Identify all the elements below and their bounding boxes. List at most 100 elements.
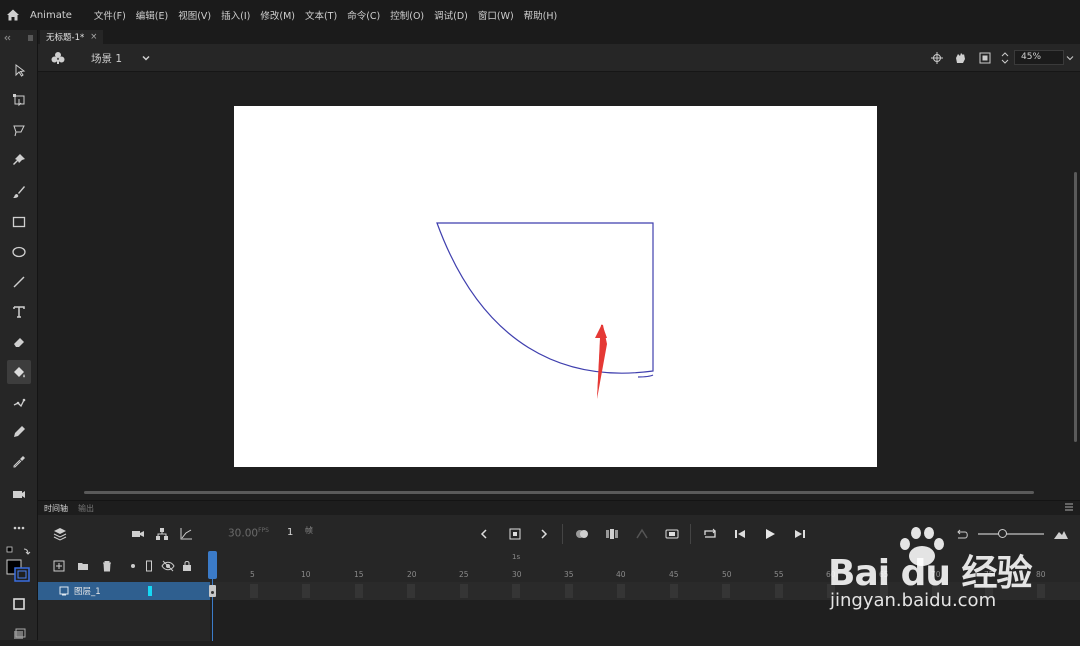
menu-edit[interactable]: 编辑(E): [136, 8, 168, 22]
document-tab-title: 无标题-1*: [46, 33, 85, 43]
zoom-dropdown-icon[interactable]: [1064, 51, 1076, 65]
vertical-scroll-thumb[interactable]: [1074, 172, 1077, 442]
prev-keyframe-icon[interactable]: [478, 527, 490, 541]
pen-icon[interactable]: [7, 420, 31, 444]
line-icon[interactable]: [7, 270, 31, 294]
bone-icon[interactable]: [7, 390, 31, 414]
menu-text[interactable]: 文本(T): [305, 8, 337, 22]
scene-name[interactable]: 场景 1: [91, 51, 122, 66]
create-tween-icon: [634, 526, 650, 542]
document-tab[interactable]: 无标题-1* ×: [40, 30, 104, 44]
rectangle-icon[interactable]: [7, 210, 31, 234]
current-frame[interactable]: 1: [287, 527, 293, 538]
text-icon[interactable]: [7, 300, 31, 324]
highlight-dot-icon[interactable]: [126, 559, 140, 573]
layer-color-swatch[interactable]: [148, 586, 152, 596]
frame-cell[interactable]: [512, 584, 520, 598]
vertical-scrollbar[interactable]: [1071, 72, 1080, 500]
stack-icon[interactable]: [7, 622, 31, 646]
stage-drawing: [436, 222, 654, 399]
stage[interactable]: [234, 106, 877, 467]
close-icon[interactable]: ×: [90, 32, 97, 42]
ruler-tick: 35: [564, 570, 574, 579]
frame-cell[interactable]: [722, 584, 730, 598]
insert-blank-frame-icon[interactable]: [664, 526, 680, 542]
onion-skin-icon[interactable]: [574, 526, 590, 542]
menu-commands[interactable]: 命令(C): [347, 8, 380, 22]
keyframe[interactable]: [209, 585, 216, 597]
ruler-tick: 5: [250, 570, 255, 579]
step-forward-icon[interactable]: [792, 526, 808, 542]
pasteboard[interactable]: [38, 72, 1070, 500]
center-stage-icon[interactable]: [930, 51, 944, 65]
home-icon[interactable]: [0, 0, 26, 30]
menu-window[interactable]: 窗口(W): [478, 8, 514, 22]
oval-icon[interactable]: [7, 240, 31, 264]
graph-icon[interactable]: [178, 526, 194, 542]
menu-help[interactable]: 帮助(H): [524, 8, 558, 22]
menu-debug[interactable]: 调试(D): [434, 8, 468, 22]
baidu-watermark: Bai du 经验 jingyan.baidu.com: [828, 524, 1078, 619]
menu-insert[interactable]: 插入(I): [221, 8, 250, 22]
visibility-off-icon[interactable]: [160, 559, 176, 573]
frame-cell[interactable]: [355, 584, 363, 598]
color-swatches[interactable]: [5, 546, 33, 582]
layer-parenting-icon[interactable]: [154, 526, 170, 542]
menu-modify[interactable]: 修改(M): [260, 8, 295, 22]
eraser-icon[interactable]: [7, 330, 31, 354]
insert-keyframe-icon[interactable]: [508, 526, 522, 542]
loop-icon[interactable]: [702, 526, 718, 542]
frame-cell[interactable]: [670, 584, 678, 598]
chevron-down-icon[interactable]: [140, 52, 152, 64]
zoom-input[interactable]: 45%: [1014, 50, 1064, 65]
layers-icon[interactable]: [52, 526, 68, 542]
frame-cell[interactable]: [407, 584, 415, 598]
frame-cell[interactable]: [617, 584, 625, 598]
eyedropper-icon[interactable]: [7, 450, 31, 474]
clip-frame-icon[interactable]: [978, 51, 992, 65]
tools-panel: [0, 30, 38, 640]
layer-name[interactable]: 图层_1: [74, 585, 101, 597]
edit-multiple-frames-icon[interactable]: [604, 526, 620, 542]
folder-icon[interactable]: [76, 559, 90, 573]
layer-type-icon: [58, 585, 70, 597]
tab-timeline[interactable]: 时间轴: [44, 503, 68, 514]
selection-icon[interactable]: [7, 58, 31, 82]
quarter-circle-outline[interactable]: [436, 222, 654, 378]
menu-items: 文件(F) 编辑(E) 视图(V) 插入(I) 修改(M) 文本(T) 命令(C…: [94, 8, 557, 22]
panel-menu-icon[interactable]: [1064, 502, 1074, 515]
step-back-icon[interactable]: [732, 526, 748, 542]
frame-cell[interactable]: [250, 584, 258, 598]
camera-icon[interactable]: [7, 482, 31, 506]
playhead[interactable]: [208, 551, 217, 579]
frame-rate[interactable]: 30.00FPS: [228, 527, 269, 540]
new-layer-icon[interactable]: [52, 559, 66, 573]
menu-file[interactable]: 文件(F): [94, 8, 126, 22]
trash-icon[interactable]: [100, 559, 114, 573]
menu-view[interactable]: 视图(V): [178, 8, 211, 22]
frame-cell[interactable]: [775, 584, 783, 598]
lock-icon[interactable]: [180, 559, 194, 573]
next-keyframe-icon[interactable]: [538, 527, 550, 541]
more-icon[interactable]: [7, 516, 31, 540]
tab-output[interactable]: 输出: [78, 503, 94, 514]
zoom-stepper-icon[interactable]: [1000, 50, 1010, 66]
layer-row[interactable]: 图层_1: [38, 582, 210, 600]
symbol-icon[interactable]: [50, 50, 66, 66]
horizontal-scroll-thumb[interactable]: [84, 491, 1034, 494]
panel-grip-icon[interactable]: [4, 34, 34, 44]
menu-control[interactable]: 控制(O): [390, 8, 424, 22]
frame-cell[interactable]: [302, 584, 310, 598]
free-transform-icon[interactable]: [7, 88, 31, 112]
paint-bucket-icon[interactable]: [7, 360, 31, 384]
frame-cell[interactable]: [460, 584, 468, 598]
lasso-icon[interactable]: [7, 118, 31, 142]
stroke-square-icon[interactable]: [7, 592, 31, 616]
brush-icon[interactable]: [7, 180, 31, 204]
play-icon[interactable]: [762, 526, 778, 542]
rotate-hand-icon[interactable]: [952, 50, 968, 66]
pin-icon[interactable]: [7, 148, 31, 172]
camera-icon[interactable]: [130, 526, 146, 542]
outline-toggle-icon[interactable]: [142, 559, 156, 573]
frame-cell[interactable]: [565, 584, 573, 598]
